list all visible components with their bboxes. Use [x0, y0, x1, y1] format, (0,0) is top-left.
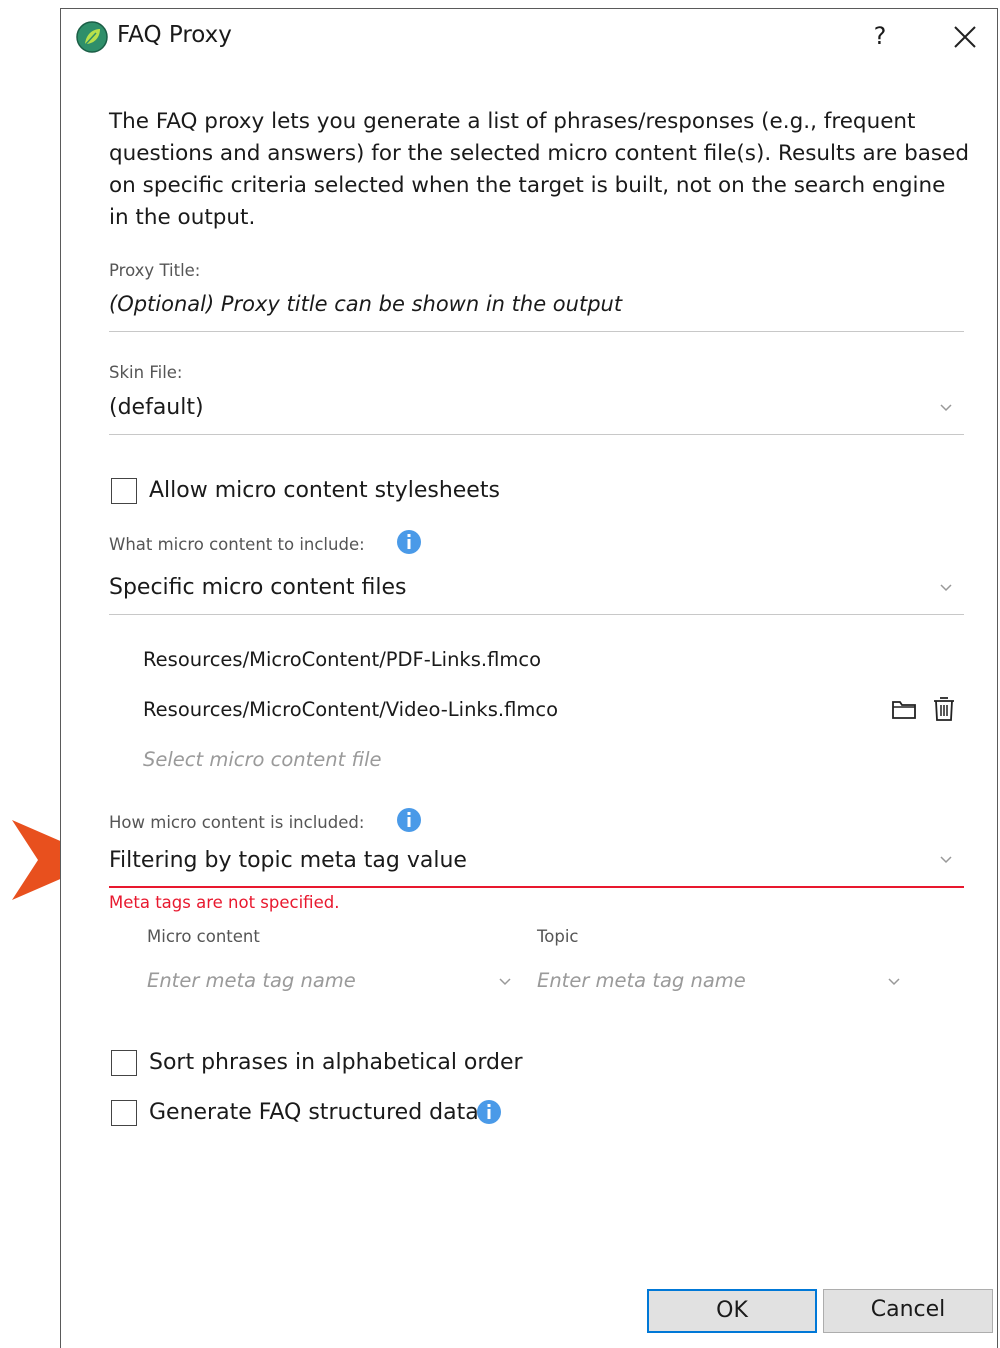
window-title: FAQ Proxy	[117, 22, 232, 48]
skin-file-label: Skin File:	[109, 363, 183, 382]
faq-proxy-dialog: FAQ Proxy ? The FAQ proxy lets you gener…	[60, 8, 998, 1348]
close-icon[interactable]	[949, 21, 981, 53]
how-included-label: How micro content is included:	[109, 813, 365, 832]
generate-faq-checkbox[interactable]	[111, 1100, 137, 1126]
chevron-down-icon[interactable]	[887, 977, 901, 987]
micro-content-meta-tag-input[interactable]: Enter meta tag name	[147, 969, 356, 992]
sort-phrases-checkbox[interactable]	[111, 1050, 137, 1076]
proxy-title-label: Proxy Title:	[109, 261, 201, 280]
app-leaf-icon	[76, 21, 108, 53]
how-included-select[interactable]: Filtering by topic meta tag value	[109, 848, 467, 873]
allow-stylesheets-checkbox[interactable]	[111, 478, 137, 504]
sort-phrases-label: Sort phrases in alphabetical order	[149, 1050, 523, 1075]
chevron-down-icon[interactable]	[939, 583, 953, 593]
chevron-down-icon[interactable]	[498, 977, 512, 987]
proxy-title-input[interactable]: (Optional) Proxy title can be shown in t…	[109, 292, 622, 316]
topic-column-header: Topic	[537, 927, 579, 946]
error-message: Meta tags are not specified.	[109, 893, 340, 912]
info-icon[interactable]	[396, 529, 422, 555]
chevron-down-icon[interactable]	[939, 403, 953, 413]
info-icon[interactable]	[396, 807, 422, 833]
select-file-input[interactable]: Select micro content file	[143, 748, 382, 771]
trash-icon[interactable]	[932, 695, 956, 723]
folder-icon[interactable]	[891, 698, 917, 720]
skin-file-select[interactable]: (default)	[109, 395, 204, 420]
what-include-select[interactable]: Specific micro content files	[109, 575, 406, 600]
skin-file-underline	[109, 434, 964, 435]
proxy-title-underline	[109, 331, 964, 332]
file-list-item[interactable]: Resources/MicroContent/PDF-Links.flmco	[143, 648, 541, 671]
info-icon[interactable]	[476, 1099, 502, 1125]
chevron-down-icon[interactable]	[939, 855, 953, 865]
title-bar: FAQ Proxy ?	[61, 9, 997, 65]
topic-meta-tag-input[interactable]: Enter meta tag name	[537, 969, 746, 992]
generate-faq-label: Generate FAQ structured data	[149, 1100, 479, 1125]
dialog-description: The FAQ proxy lets you generate a list o…	[109, 109, 969, 230]
what-include-label: What micro content to include:	[109, 535, 365, 554]
cancel-button[interactable]: Cancel	[823, 1289, 993, 1333]
how-included-underline-error	[109, 886, 964, 888]
micro-content-column-header: Micro content	[147, 927, 260, 946]
allow-stylesheets-label: Allow micro content stylesheets	[149, 478, 500, 503]
help-button[interactable]: ?	[867, 19, 893, 53]
what-include-underline	[109, 614, 964, 615]
file-list-item[interactable]: Resources/MicroContent/Video-Links.flmco	[143, 698, 558, 721]
ok-button[interactable]: OK	[647, 1289, 817, 1333]
